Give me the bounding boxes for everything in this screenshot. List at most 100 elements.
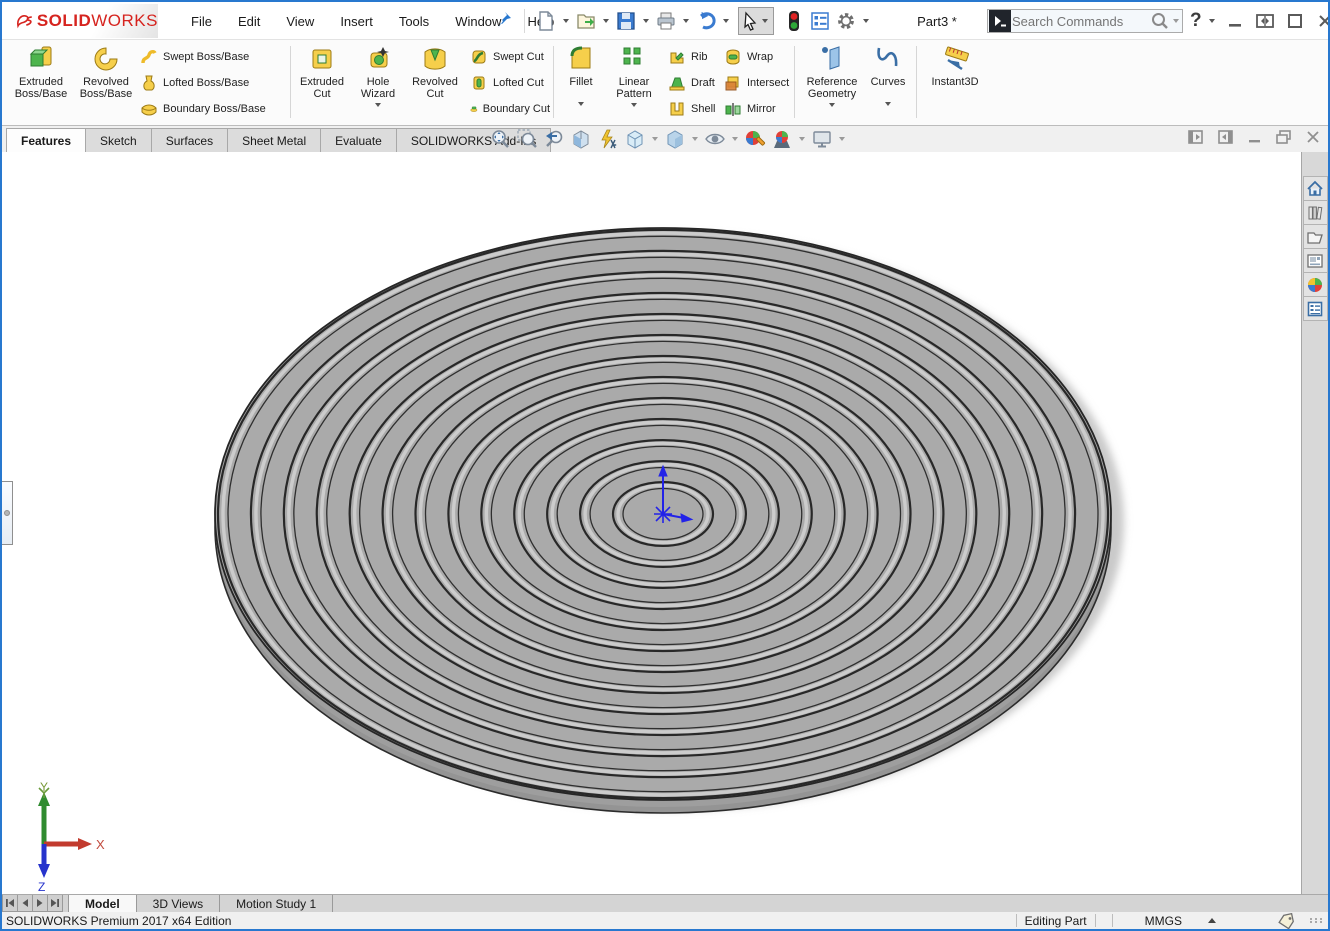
taskpane-home-button[interactable] [1303,176,1328,201]
first-tab-button[interactable] [2,895,18,912]
menu-tools[interactable]: Tools [386,14,442,29]
shell-button[interactable]: Shell [668,96,724,122]
graphics-viewport[interactable]: Y X Z [2,152,1303,894]
mirror-button[interactable]: Mirror [724,96,790,122]
tab-evaluate[interactable]: Evaluate [320,128,397,152]
reference-geometry-button[interactable]: Reference Geometry [800,44,864,124]
boundary-boss-base-button[interactable]: Boundary Boss/Base [140,96,288,122]
menu-file[interactable]: File [178,14,225,29]
intersect-button[interactable]: Intersect [724,70,790,96]
reference-geometry-dropdown[interactable] [829,103,835,107]
minimize-button[interactable] [1222,8,1248,34]
new-dropdown[interactable] [563,19,569,23]
section-view-button[interactable] [569,127,593,151]
fillet-button[interactable]: Fillet [558,44,604,124]
pane-right-button[interactable] [1218,129,1234,145]
next-tab-button[interactable] [32,895,48,912]
view-settings-dropdown[interactable] [839,137,845,141]
tab-features[interactable]: Features [6,128,86,152]
boundary-cut-button[interactable]: Boundary Cut [470,96,550,122]
view-orientation-button[interactable] [623,127,647,151]
doc-close-button[interactable] [1306,130,1320,144]
search-input[interactable] [1012,14,1150,29]
view-settings-button[interactable] [810,127,834,151]
apply-scene-button[interactable] [770,127,794,151]
hole-wizard-dropdown[interactable] [375,103,381,107]
custom-properties-button[interactable] [1303,296,1328,321]
featuremanager-collapsed-tab[interactable] [2,481,13,545]
open-dropdown[interactable] [603,19,609,23]
lofted-boss-base-button[interactable]: Lofted Boss/Base [140,70,288,96]
close-button[interactable] [1312,8,1330,34]
hide-show-items-button[interactable] [703,127,727,151]
view-palette-button[interactable] [1303,248,1328,273]
previous-view-button[interactable] [542,127,566,151]
instant3d-button[interactable]: Instant3D [922,44,988,124]
save-button[interactable] [614,8,638,34]
maximize-button[interactable] [1282,8,1308,34]
save-dropdown[interactable] [643,19,649,23]
menu-view[interactable]: View [273,14,327,29]
pane-left-button[interactable] [1188,129,1204,145]
tab-sketch[interactable]: Sketch [85,128,152,152]
new-document-button[interactable] [534,8,558,34]
revolved-cut-button[interactable]: Revolved Cut [406,44,464,124]
search-scope-icon[interactable] [989,10,1011,32]
search-icon[interactable] [1150,11,1170,31]
last-tab-button[interactable] [47,895,63,912]
print-button[interactable] [654,8,678,34]
zoom-to-area-button[interactable] [515,127,539,151]
doc-minimize-button[interactable] [1248,130,1262,144]
apply-scene-dropdown[interactable] [799,137,805,141]
rib-button[interactable]: Rib [668,44,724,70]
previous-tab-button[interactable] [17,895,33,912]
search-dropdown[interactable] [1173,19,1179,23]
model-disc[interactable] [2,152,1303,894]
view-orientation-dropdown[interactable] [652,137,658,141]
swept-cut-button[interactable]: Swept Cut [470,44,550,70]
wrap-button[interactable]: Wrap [724,44,790,70]
annotation-views-button[interactable] [596,127,620,151]
options-list-button[interactable] [808,8,832,34]
appearances-button[interactable] [1303,272,1328,297]
pin-menu-button[interactable] [494,9,514,36]
fillet-dropdown[interactable] [578,102,584,106]
menu-edit[interactable]: Edit [225,14,273,29]
select-tool-button[interactable] [738,7,774,35]
tab-motion-study-1[interactable]: Motion Study 1 [220,895,333,912]
undo-dropdown[interactable] [723,19,729,23]
expand-panes-button[interactable] [1252,8,1278,34]
curves-button[interactable]: Curves [866,44,910,124]
display-style-button[interactable] [663,127,687,151]
doc-restore-button[interactable] [1276,130,1292,144]
help-button[interactable]: ? [1190,10,1202,32]
search-commands-box[interactable] [987,9,1183,33]
tab-model[interactable]: Model [68,895,137,912]
tab-sheet-metal[interactable]: Sheet Metal [227,128,321,152]
help-dropdown[interactable] [1209,19,1215,23]
edit-appearance-button[interactable] [743,127,767,151]
zoom-to-fit-button[interactable] [488,127,512,151]
display-style-dropdown[interactable] [692,137,698,141]
interference-check-button[interactable] [782,8,806,34]
resize-grip[interactable] [1310,918,1324,923]
tab-3d-views[interactable]: 3D Views [137,895,220,912]
linear-pattern-button[interactable]: Linear Pattern [606,44,662,124]
settings-button[interactable] [834,8,858,34]
design-library-button[interactable] [1303,200,1328,225]
hole-wizard-button[interactable]: Hole Wizard [352,44,404,124]
units-selector[interactable]: MMGS [1145,914,1182,928]
select-dropdown[interactable] [762,19,768,23]
swept-boss-base-button[interactable]: Swept Boss/Base [140,44,288,70]
lofted-cut-button[interactable]: Lofted Cut [470,70,550,96]
settings-dropdown[interactable] [863,19,869,23]
hide-show-dropdown[interactable] [732,137,738,141]
linear-pattern-dropdown[interactable] [631,103,637,107]
print-dropdown[interactable] [683,19,689,23]
extruded-cut-button[interactable]: Extruded Cut [294,44,350,124]
tag-icon[interactable] [1276,913,1296,929]
menu-insert[interactable]: Insert [327,14,386,29]
file-explorer-button[interactable] [1303,224,1328,249]
extruded-boss-base-button[interactable]: Extruded Boss/Base [10,44,72,124]
revolved-boss-base-button[interactable]: Revolved Boss/Base [74,44,138,124]
